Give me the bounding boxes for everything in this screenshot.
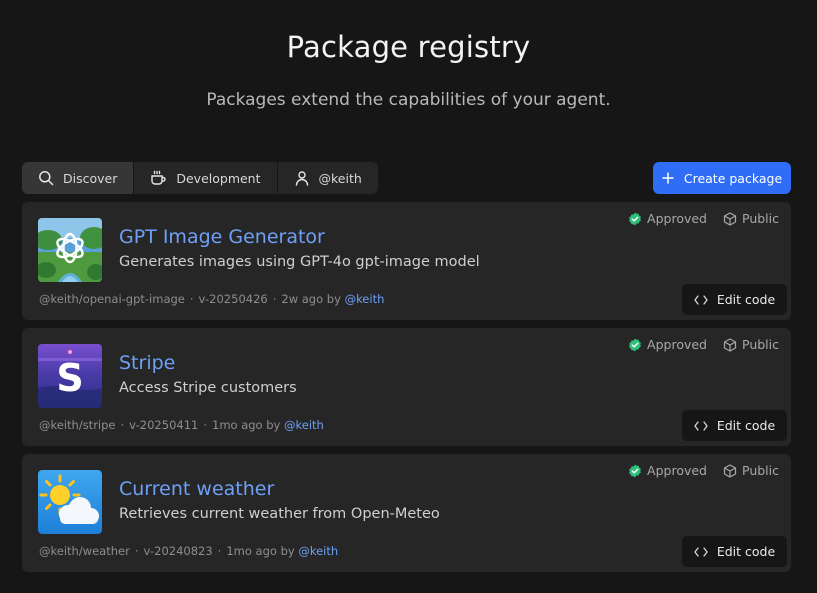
package-description: Generates images using GPT-4o gpt-image … xyxy=(119,254,480,270)
filter-tabs: Discover Development @keith xyxy=(22,162,378,194)
package-card: GPT Image Generator Generates images usi… xyxy=(22,202,791,320)
cube-icon xyxy=(723,211,737,226)
stripe-s-logo: S xyxy=(38,344,102,408)
package-name[interactable]: Current weather xyxy=(119,478,274,500)
tab-label: Development xyxy=(176,170,261,186)
coffee-cup-icon xyxy=(151,170,167,185)
visibility-label: Public xyxy=(742,337,779,352)
package-meta: @keith/stripe · v-20250411 · 1mo ago by @kei… xyxy=(39,418,324,432)
package-slug: @keith/openai-gpt-image xyxy=(39,292,185,306)
page-title: Package registry xyxy=(286,30,531,64)
package-updated: 1mo ago by xyxy=(212,418,281,432)
edit-code-button[interactable]: Edit code xyxy=(682,284,787,315)
verified-check-icon xyxy=(629,212,641,225)
page-subtitle: Packages extend the capabilities of your… xyxy=(206,90,611,110)
package-thumbnail: S xyxy=(38,344,102,408)
package-registry-page: Package registry Packages extend the cap… xyxy=(0,0,817,593)
verified-check-icon xyxy=(629,464,641,477)
create-package-button[interactable]: Create package xyxy=(653,162,791,194)
visibility-badge: Public xyxy=(723,337,779,352)
author-link[interactable]: @keith xyxy=(345,292,385,306)
package-card: Current weather Retrieves current weathe… xyxy=(22,454,791,572)
package-updated: 2w ago by xyxy=(281,292,341,306)
package-name[interactable]: GPT Image Generator xyxy=(119,226,325,248)
cube-icon xyxy=(723,337,737,352)
package-thumbnail xyxy=(38,470,102,534)
visibility-label: Public xyxy=(742,463,779,478)
author-link[interactable]: @keith xyxy=(284,418,324,432)
package-version: v-20250426 xyxy=(198,292,268,306)
approved-badge: Approved xyxy=(628,337,707,352)
approved-badge: Approved xyxy=(628,463,707,478)
code-icon xyxy=(694,294,708,305)
package-badges: Approved Public xyxy=(628,463,779,478)
package-description: Access Stripe customers xyxy=(119,380,297,396)
package-meta: @keith/weather · v-20240823 · 1mo ago by @ke… xyxy=(39,544,339,558)
edit-code-label: Edit code xyxy=(716,418,776,433)
cube-icon xyxy=(723,463,737,478)
edit-code-button[interactable]: Edit code xyxy=(682,536,787,567)
author-link[interactable]: @keith xyxy=(298,544,338,558)
package-version: v-20240823 xyxy=(143,544,213,558)
package-badges: Approved Public xyxy=(628,211,779,226)
package-meta: @keith/openai-gpt-image · v-20250426 · 2w ag… xyxy=(39,292,385,306)
tab-label: @keith xyxy=(318,170,362,186)
create-package-label: Create package xyxy=(683,170,783,186)
visibility-label: Public xyxy=(742,211,779,226)
approved-badge: Approved xyxy=(628,211,707,226)
openai-logo-landscape xyxy=(38,218,102,282)
edit-code-button[interactable]: Edit code xyxy=(682,410,787,441)
status-label: Approved xyxy=(647,211,707,226)
package-updated: 1mo ago by xyxy=(226,544,295,558)
code-icon xyxy=(694,420,708,431)
package-slug: @keith/weather xyxy=(39,544,130,558)
code-icon xyxy=(694,546,708,557)
sun-cloud-icon xyxy=(38,470,102,534)
package-description: Retrieves current weather from Open-Mete… xyxy=(119,506,440,522)
edit-code-label: Edit code xyxy=(716,292,776,307)
plus-icon xyxy=(662,172,674,184)
search-icon xyxy=(39,171,54,186)
tab-discover[interactable]: Discover xyxy=(22,162,135,194)
package-slug: @keith/stripe xyxy=(39,418,116,432)
package-name[interactable]: Stripe xyxy=(119,352,175,374)
package-card: S Stripe Access Stripe customers @keith/… xyxy=(22,328,791,446)
tab-label: Discover xyxy=(63,170,118,186)
package-badges: Approved Public xyxy=(628,337,779,352)
svg-text:S: S xyxy=(56,356,83,400)
user-icon xyxy=(295,171,308,186)
visibility-badge: Public xyxy=(723,211,779,226)
status-label: Approved xyxy=(647,337,707,352)
visibility-badge: Public xyxy=(723,463,779,478)
package-thumbnail xyxy=(38,218,102,282)
verified-check-icon xyxy=(629,338,641,351)
status-label: Approved xyxy=(647,463,707,478)
tab-user[interactable]: @keith xyxy=(278,162,378,194)
edit-code-label: Edit code xyxy=(716,544,776,559)
tab-development[interactable]: Development xyxy=(134,162,278,194)
package-version: v-20250411 xyxy=(129,418,199,432)
